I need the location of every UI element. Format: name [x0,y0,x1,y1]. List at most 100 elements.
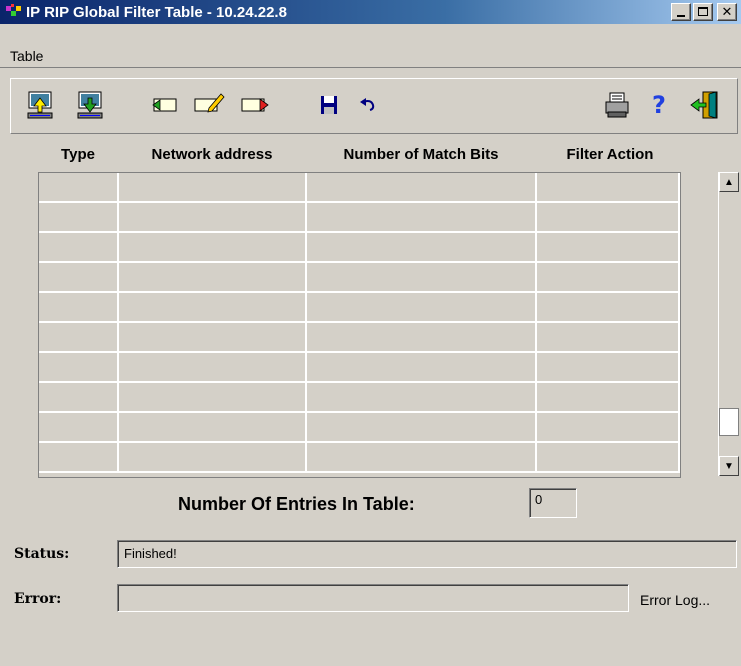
exit-button[interactable] [687,87,723,123]
help-icon: ? [652,91,666,119]
table-cell[interactable] [537,233,680,263]
menu-bar: Table [0,24,741,68]
table-cell[interactable] [307,293,537,323]
minimize-icon [677,15,685,17]
column-header-match-bits[interactable]: Number of Match Bits [306,146,536,163]
edit-row-icon [194,93,225,113]
print-button[interactable] [599,87,635,123]
table-cell[interactable] [39,353,119,383]
status-field: Finished! [117,540,737,568]
table-cell[interactable] [119,173,307,203]
table-cell[interactable] [537,293,680,323]
maximize-icon [698,7,708,16]
table-cell[interactable] [307,263,537,293]
table-cell[interactable] [119,293,307,323]
upload-icon [27,91,53,119]
maximize-button[interactable] [693,3,713,21]
table-row[interactable] [39,233,680,263]
delete-row-icon [241,98,269,112]
download-button[interactable] [73,87,109,123]
add-row-button[interactable] [147,87,183,123]
table-row[interactable] [39,263,680,293]
table-cell[interactable] [39,263,119,293]
entries-label: Number Of Entries In Table: [178,494,415,514]
table-cell[interactable] [307,173,537,203]
table-cell[interactable] [119,443,307,473]
table-row[interactable] [39,203,680,233]
close-button[interactable]: ✕ [717,3,737,21]
table-cell[interactable] [119,263,307,293]
table-cell[interactable] [39,293,119,323]
table-cell[interactable] [307,383,537,413]
table-cell[interactable] [119,413,307,443]
table-cell[interactable] [537,323,680,353]
edit-row-button[interactable] [191,87,227,123]
table-cell[interactable] [307,413,537,443]
help-button[interactable]: ? [641,87,677,123]
table-cell[interactable] [119,203,307,233]
filter-table [38,172,681,478]
table-cell[interactable] [39,413,119,443]
table-row[interactable] [39,173,680,203]
table-cell[interactable] [307,233,537,263]
table-cell[interactable] [119,233,307,263]
scroll-down-button[interactable]: ▼ [719,456,739,476]
table-cell[interactable] [537,443,680,473]
table-cell[interactable] [39,383,119,413]
table-cell[interactable] [119,353,307,383]
undo-icon [360,98,375,111]
table-row[interactable] [39,353,680,383]
table-cell[interactable] [39,323,119,353]
toolbar: ? [10,78,738,134]
table-cell[interactable] [39,173,119,203]
window-title: IP RIP Global Filter Table - 10.24.22.8 [26,3,287,21]
upload-button[interactable] [23,87,59,123]
status-label: Status: [14,546,70,562]
table-row[interactable] [39,443,680,473]
error-label: Error: [14,591,62,607]
table-cell[interactable] [537,203,680,233]
save-icon [321,96,337,114]
table-cell[interactable] [537,263,680,293]
entries-count-field: 0 [529,488,577,518]
table-row[interactable] [39,323,680,353]
table-row[interactable] [39,293,680,323]
table-cell[interactable] [537,353,680,383]
exit-icon [690,91,718,119]
column-header-filter-action[interactable]: Filter Action [536,146,684,163]
title-bar: IP RIP Global Filter Table - 10.24.22.8 … [0,0,741,24]
arrow-down-icon: ▼ [724,460,734,472]
column-header-type[interactable]: Type [38,146,118,163]
table-cell[interactable] [307,353,537,383]
close-icon: ✕ [721,4,733,20]
table-row[interactable] [39,383,680,413]
print-icon [605,92,629,118]
app-icon [6,4,22,20]
error-log-button[interactable]: Error Log... [640,592,710,608]
table-cell[interactable] [307,203,537,233]
save-button[interactable] [311,87,347,123]
table-cell[interactable] [537,383,680,413]
table-cell[interactable] [39,233,119,263]
vertical-scrollbar[interactable]: ▲ ▼ [718,172,739,476]
arrow-up-icon: ▲ [724,176,734,188]
scroll-thumb[interactable] [719,408,739,436]
minimize-button[interactable] [671,3,691,21]
table-cell[interactable] [307,443,537,473]
table-cell[interactable] [119,383,307,413]
delete-row-button[interactable] [237,87,273,123]
scroll-up-button[interactable]: ▲ [719,172,739,192]
add-row-icon [152,98,177,112]
table-cell[interactable] [537,413,680,443]
column-header-network-address[interactable]: Network address [118,146,306,163]
table-cell[interactable] [39,443,119,473]
table-cell[interactable] [119,323,307,353]
table-cell[interactable] [537,173,680,203]
table-cell[interactable] [307,323,537,353]
download-icon [77,91,103,119]
undo-button[interactable] [351,87,387,123]
error-field [117,584,629,612]
table-cell[interactable] [39,203,119,233]
menu-table[interactable]: Table [10,48,43,64]
table-row[interactable] [39,413,680,443]
